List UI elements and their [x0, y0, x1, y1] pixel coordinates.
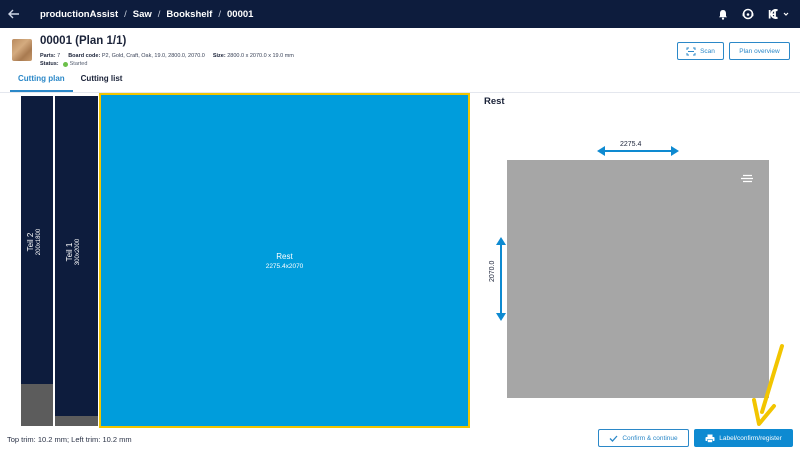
breadcrumb: productionAssist / Saw / Bookshelf / 000…: [40, 0, 253, 28]
top-bar: productionAssist / Saw / Bookshelf / 000…: [0, 0, 800, 28]
part-name: Teil 1: [65, 242, 74, 262]
status-dot: [62, 61, 68, 67]
breadcrumb-app[interactable]: productionAssist: [40, 9, 118, 20]
grain-direction-icon: [741, 174, 753, 183]
rest-preview: [507, 160, 769, 398]
brand-logo-icon[interactable]: H: [768, 8, 790, 20]
label-confirm-register-label: Label/confirm/register: [719, 434, 782, 442]
height-dimension-arrow: [496, 237, 506, 321]
status-row: Status: Started: [40, 61, 87, 67]
height-dimension-label: 2070.0: [489, 260, 496, 282]
page-title: 00001 (Plan 1/1): [40, 35, 127, 47]
breadcrumb-separator: /: [124, 8, 127, 20]
back-button[interactable]: [0, 0, 28, 28]
breadcrumb-separator: /: [218, 8, 221, 20]
tab-cutting-plan[interactable]: Cutting plan: [10, 72, 73, 92]
board-code-label: Board code:: [68, 53, 101, 59]
plan-overview-button[interactable]: Plan overview: [729, 42, 790, 60]
confirm-continue-button[interactable]: Confirm & continue: [598, 429, 689, 447]
waste-piece: [55, 416, 98, 426]
width-dimension-label: 2275.4: [620, 141, 642, 148]
printer-icon: [705, 434, 715, 443]
parts-value: 7: [57, 53, 61, 59]
board-thumbnail: [12, 39, 32, 61]
board-code-value: P2, Gold, Craft, Oak, 19.0, 2800.0, 2070…: [101, 53, 205, 59]
bell-icon[interactable]: [718, 9, 728, 20]
board-meta: Parts: 7 Board code: P2, Gold, Craft, Oa…: [40, 53, 294, 59]
breadcrumb-current: 00001: [227, 8, 254, 20]
breadcrumb-saw[interactable]: Saw: [133, 9, 152, 20]
size-value: 2800.0 x 2070.0 x 19.0 mm: [227, 53, 294, 59]
part-dims: 200x1800: [36, 228, 42, 256]
label-confirm-register-button[interactable]: Label/confirm/register: [694, 429, 793, 447]
rest-dims: 2275.4x2070: [265, 263, 304, 270]
part-name: Teil 2: [26, 232, 35, 252]
rest-panel-title: Rest: [484, 96, 505, 107]
scan-icon: [686, 47, 696, 55]
breadcrumb-separator: /: [157, 8, 161, 20]
support-icon[interactable]: [742, 8, 754, 20]
plan-overview-label: Plan overview: [739, 47, 780, 55]
arrow-left-icon: [8, 9, 19, 19]
status-value: Started: [69, 61, 88, 67]
rest-label: Rest: [276, 252, 293, 261]
parts-label: Parts:: [40, 53, 56, 59]
trim-info: Top trim: 10.2 mm; Left trim: 10.2 mm: [7, 435, 132, 444]
pointer-arrow-annotation: [752, 344, 784, 426]
part-label-teil-1: Teil 1 300x2000: [65, 202, 86, 302]
waste-piece: [21, 384, 53, 426]
part-label-teil-2: Teil 2 200x1800: [26, 192, 47, 292]
breadcrumb-bookshelf[interactable]: Bookshelf: [166, 9, 212, 20]
tab-cutting-list[interactable]: Cutting list: [73, 72, 131, 92]
status-label: Status:: [40, 61, 59, 67]
check-icon: [609, 435, 618, 442]
scan-button[interactable]: Scan: [677, 42, 724, 60]
scan-label: Scan: [700, 47, 715, 55]
confirm-continue-label: Confirm & continue: [622, 434, 678, 442]
size-label: Size:: [212, 53, 226, 59]
tab-bar: Cutting plan Cutting list: [10, 72, 130, 92]
part-dims: 300x2000: [75, 238, 81, 266]
